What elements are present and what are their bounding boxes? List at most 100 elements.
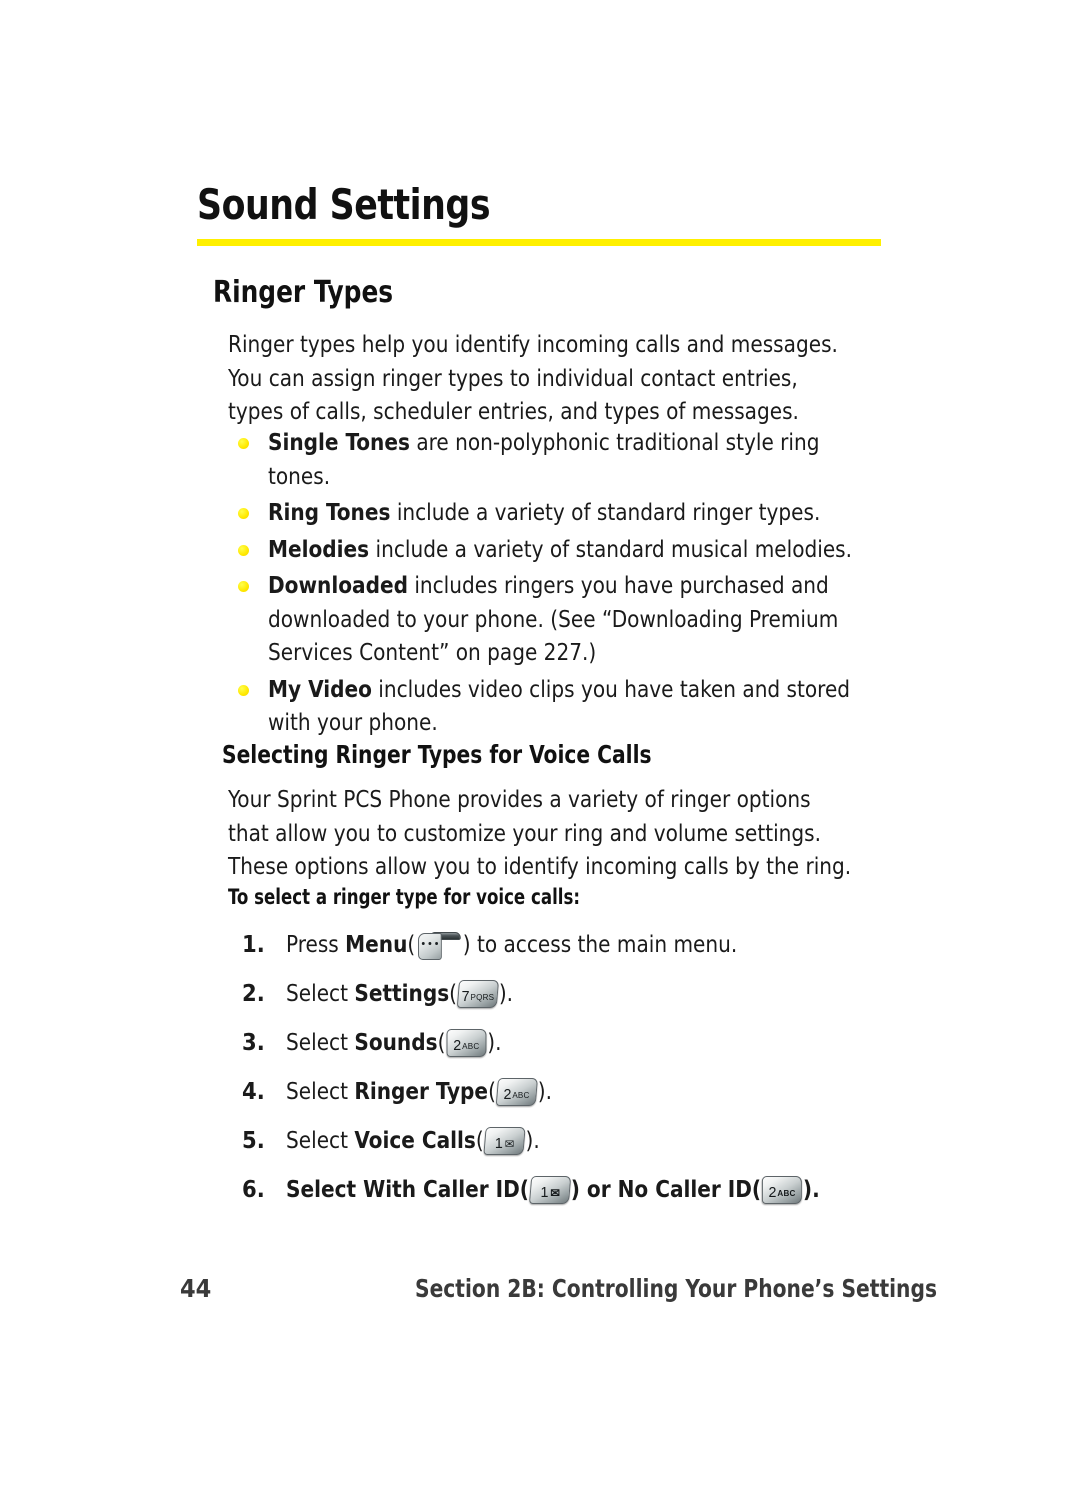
key-digit: 1 bbox=[494, 1135, 503, 1152]
step-bold-term: Settings bbox=[354, 979, 450, 1007]
key-digit: 7 bbox=[461, 988, 470, 1005]
bullet-dot-icon bbox=[238, 581, 249, 592]
subsection-heading-selecting-ringer-types: Selecting Ringer Types for Voice Calls bbox=[222, 740, 652, 769]
intro-line-2: You can assign ringer types to individua… bbox=[228, 363, 798, 392]
step-number: 4. bbox=[242, 1077, 265, 1105]
step-bold-term: Voice Calls bbox=[354, 1126, 476, 1154]
step-post: . bbox=[545, 1077, 552, 1105]
key-2-abc-icon: 2ABC bbox=[446, 1029, 487, 1057]
step-text: Select Ringer Type(2ABC). bbox=[286, 1075, 552, 1108]
list-item-text: Downloaded includes ringers you have pur… bbox=[268, 569, 876, 670]
list-item: Melodies include a variety of standard m… bbox=[228, 533, 908, 567]
list-item-rest: include a variety of standard musical me… bbox=[369, 534, 853, 563]
step-pre: Select bbox=[286, 1077, 355, 1105]
ringer-type-bullet-list: Single Tones are non-polyphonic traditio… bbox=[228, 426, 908, 743]
list-item-text: Melodies include a variety of standard m… bbox=[268, 533, 876, 567]
step-post: . bbox=[533, 1126, 540, 1154]
step-text: Select Sounds(2ABC). bbox=[286, 1026, 501, 1059]
step-close-paren: ) bbox=[570, 1175, 580, 1203]
step-post: . bbox=[506, 979, 514, 1007]
step-mid: or bbox=[579, 1175, 618, 1203]
list-item-text: My Video includes video clips you have t… bbox=[268, 673, 876, 740]
key-digit: 1 bbox=[540, 1184, 548, 1201]
procedure-lead-in: To select a ringer type for voice calls: bbox=[228, 885, 581, 909]
subsection-paragraph: Your Sprint PCS Phone provides a variety… bbox=[228, 783, 870, 884]
step-pre: Select bbox=[286, 1028, 355, 1056]
step-open-paren-2: ( bbox=[751, 1175, 762, 1203]
step-number: 5. bbox=[242, 1126, 265, 1154]
key-7-pqrs-icon: 7PQRS bbox=[456, 980, 500, 1008]
step-open-paren: ( bbox=[407, 930, 416, 958]
list-item-text: Single Tones are non-polyphonic traditio… bbox=[268, 426, 876, 493]
list-item-term: Downloaded bbox=[268, 571, 408, 599]
procedure-step: 4. Select Ringer Type(2ABC). bbox=[228, 1075, 918, 1108]
bullet-dot-icon bbox=[238, 544, 249, 556]
step-text: Select Voice Calls(1 ✉). bbox=[286, 1124, 540, 1157]
step-open-paren: ( bbox=[449, 979, 458, 1007]
step-open-paren: ( bbox=[488, 1077, 496, 1105]
step-pre: Press bbox=[286, 930, 346, 958]
list-item-term: My Video bbox=[268, 674, 372, 703]
step-text: Select With Caller ID(1 ✉) or No Caller I… bbox=[286, 1173, 820, 1206]
list-item-rest: include a variety of standard ringer typ… bbox=[390, 498, 821, 526]
step-pre: Select bbox=[286, 1126, 355, 1154]
key-digit: 2 bbox=[768, 1184, 777, 1201]
list-item-term: Melodies bbox=[268, 534, 370, 563]
step-text: Select Settings(7PQRS). bbox=[286, 977, 513, 1010]
step-open-paren: ( bbox=[437, 1028, 446, 1056]
footer-section-label: Section 2B: Controlling Your Phone’s Set… bbox=[415, 1274, 938, 1303]
envelope-icon: ✉ bbox=[504, 1137, 515, 1151]
step-open-paren: ( bbox=[475, 1126, 484, 1154]
list-item-term: Single Tones bbox=[268, 428, 410, 456]
key-digit: 2 bbox=[453, 1037, 462, 1054]
step-post: to access the main menu. bbox=[470, 930, 738, 958]
bullet-dot-icon bbox=[238, 684, 249, 696]
page-title: Sound Settings bbox=[197, 180, 491, 229]
list-item: Ring Tones include a variety of standard… bbox=[228, 496, 908, 530]
intro-line-3: types of calls, scheduler entries, and t… bbox=[228, 397, 799, 425]
step-bold-term: Menu bbox=[345, 930, 408, 958]
list-item: Single Tones are non-polyphonic traditio… bbox=[228, 426, 908, 493]
procedure-step: 2. Select Settings(7PQRS). bbox=[228, 977, 918, 1010]
step-bold-term: Sounds bbox=[354, 1028, 438, 1056]
step-pre: Select bbox=[286, 979, 355, 1007]
procedure-step: 3. Select Sounds(2ABC). bbox=[228, 1026, 918, 1059]
step-pre: Select bbox=[286, 1175, 364, 1203]
list-item: Downloaded includes ringers you have pur… bbox=[228, 569, 908, 670]
menu-soft-key-icon bbox=[417, 931, 461, 961]
subsection-line-1: Your Sprint PCS Phone provides a variety… bbox=[228, 785, 811, 813]
key-2-abc-icon: 2ABC bbox=[762, 1176, 802, 1204]
list-item: My Video includes video clips you have t… bbox=[228, 673, 908, 740]
footer-page-number: 44 bbox=[180, 1274, 212, 1303]
list-item-term: Ring Tones bbox=[268, 498, 391, 526]
procedure-step: 5. Select Voice Calls(1 ✉). bbox=[228, 1124, 918, 1157]
intro-line-1: Ringer types help you identify incoming … bbox=[228, 330, 838, 358]
step-close-paren-2: ) bbox=[802, 1175, 813, 1203]
key-1-voicemail-icon: 1 ✉ bbox=[528, 1176, 571, 1204]
step-bold-term: With Caller ID bbox=[363, 1175, 520, 1203]
section-intro-paragraph: Ringer types help you identify incoming … bbox=[228, 328, 870, 429]
title-underline-rule bbox=[197, 239, 881, 246]
envelope-icon: ✉ bbox=[549, 1186, 560, 1200]
step-close-paren: ) bbox=[487, 1028, 496, 1056]
key-letters: ABC bbox=[462, 1041, 480, 1051]
step-bold-term: Ringer Type bbox=[354, 1077, 489, 1105]
manual-page: Sound Settings Ringer Types Ringer types… bbox=[0, 0, 1080, 1496]
bullet-dot-icon bbox=[238, 438, 249, 449]
key-letters: ABC bbox=[512, 1090, 530, 1100]
key-letters: PQRS bbox=[470, 992, 495, 1002]
step-post: . bbox=[812, 1175, 820, 1203]
step-number: 2. bbox=[242, 979, 265, 1007]
step-open-paren: ( bbox=[519, 1175, 529, 1203]
procedure-step: 1. Press Menu() to access the main menu. bbox=[228, 928, 918, 961]
step-bold-term-2: No Caller ID bbox=[617, 1175, 752, 1203]
section-heading-ringer-types: Ringer Types bbox=[213, 275, 394, 310]
key-digit: 2 bbox=[503, 1086, 512, 1103]
bullet-dot-icon bbox=[238, 508, 249, 519]
step-number: 6. bbox=[242, 1175, 265, 1203]
list-item-text: Ring Tones include a variety of standard… bbox=[268, 496, 876, 530]
subsection-line-2: that allow you to customize your ring an… bbox=[228, 818, 822, 847]
key-letters: ABC bbox=[777, 1188, 796, 1198]
step-post: . bbox=[495, 1028, 502, 1056]
procedure-step-list: 1. Press Menu() to access the main menu.… bbox=[228, 928, 918, 1222]
